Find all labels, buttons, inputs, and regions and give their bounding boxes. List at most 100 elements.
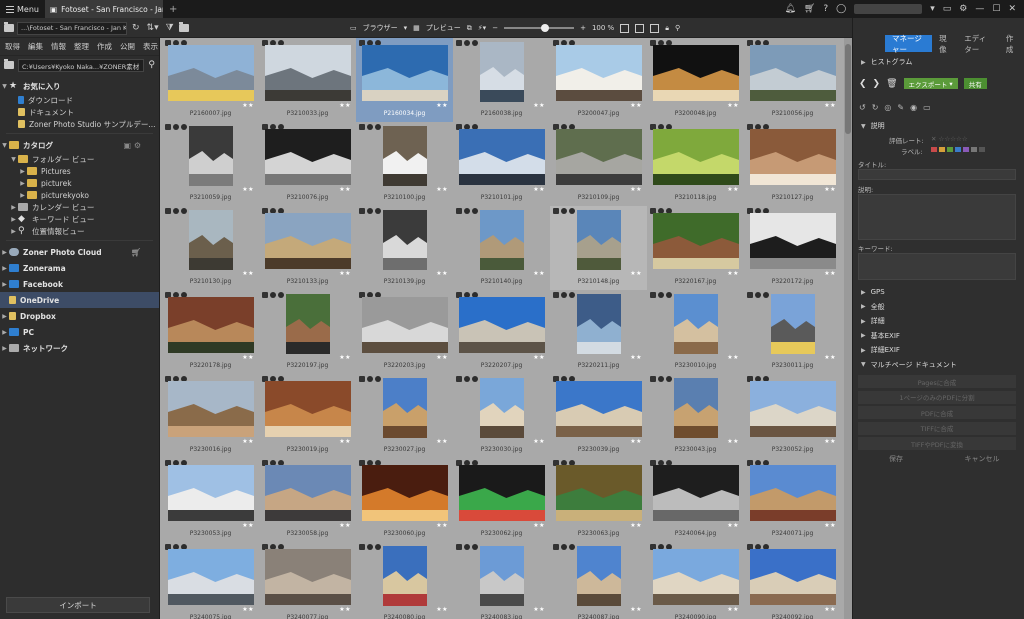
thumbnail-item[interactable]: ★★ P3240083.jpg: [453, 542, 550, 619]
thumbnail-item[interactable]: ★★ P3210139.jpg: [356, 206, 453, 290]
comment-icon[interactable]: ▭: [923, 103, 931, 112]
thumbnail-item[interactable]: ★★ P3240077.jpg: [259, 542, 356, 619]
rating-stars[interactable]: ★★: [533, 522, 545, 529]
window-mode-icon[interactable]: ▭: [943, 4, 952, 14]
cancel-button[interactable]: キャンセル: [939, 452, 1024, 466]
favorite-item-downloads[interactable]: ダウンロード: [0, 94, 159, 106]
metadata-section[interactable]: ▶ 基本EXIF: [853, 330, 1024, 342]
thumbnail-item[interactable]: ★★ P3240087.jpg: [550, 542, 647, 619]
module-menu-item[interactable]: 公開: [120, 41, 135, 52]
minimize-icon[interactable]: —: [975, 4, 984, 14]
rating-stars[interactable]: ★★: [824, 438, 836, 445]
rating-stars[interactable]: ★★: [630, 354, 642, 361]
grid-icon[interactable]: [635, 23, 645, 33]
service-facebook[interactable]: ▶ Facebook: [0, 276, 159, 292]
photo-thumbnail[interactable]: [750, 549, 836, 605]
rating-stars[interactable]: ★★: [339, 186, 351, 193]
cart-icon[interactable]: 🛒︎: [804, 4, 815, 14]
chevron-down-icon[interactable]: ▾: [404, 24, 408, 32]
photo-thumbnail[interactable]: [265, 45, 351, 101]
photo-thumbnail[interactable]: [674, 294, 718, 354]
rating-stars[interactable]: ★★: [727, 186, 739, 193]
thumbnail-item[interactable]: ★★ P3200047.jpg: [550, 38, 647, 122]
thumbnail-item[interactable]: ★★ P3200048.jpg: [647, 38, 744, 122]
thumbnail-item[interactable]: ★★ P3210109.jpg: [550, 122, 647, 206]
photo-thumbnail[interactable]: [459, 129, 545, 185]
thumbnail-item[interactable]: ★★ P3230010.jpg: [647, 290, 744, 374]
lightning-icon[interactable]: ⚡▾: [478, 24, 486, 32]
rating-stars[interactable]: ★★: [727, 606, 739, 613]
thumbnail-item[interactable]: ★★ P3230030.jpg: [453, 374, 550, 458]
photo-thumbnail[interactable]: [362, 465, 448, 521]
catalog-section[interactable]: ▼ カタログ ▣ ⚙: [0, 137, 159, 153]
thumbnail-item[interactable]: ★★ P3240080.jpg: [356, 542, 453, 619]
share-button[interactable]: 共有: [963, 78, 987, 89]
rating-stars[interactable]: ★★: [533, 606, 545, 613]
thumbnail-item[interactable]: ★★ P3240092.jpg: [744, 542, 841, 619]
photo-thumbnail[interactable]: [383, 210, 427, 270]
thumbnail-item[interactable]: ★★ P3220172.jpg: [744, 206, 841, 290]
folder-item-pictures[interactable]: ▶ Pictures: [0, 165, 159, 177]
rating-stars[interactable]: ★★: [436, 354, 448, 361]
photo-thumbnail[interactable]: [265, 549, 351, 605]
rotate-right-icon[interactable]: ↻: [872, 103, 879, 112]
photo-thumbnail[interactable]: [653, 465, 739, 521]
rating-stars[interactable]: ★★: [727, 522, 739, 529]
rating-stars[interactable]: ★★: [630, 522, 642, 529]
thumbnail-item[interactable]: ★★ P3220211.jpg: [550, 290, 647, 374]
thumbnail-item[interactable]: ★★ P3210140.jpg: [453, 206, 550, 290]
photo-thumbnail[interactable]: [459, 297, 545, 353]
photo-thumbnail[interactable]: [189, 210, 233, 270]
rating-stars[interactable]: ✕ ☆☆☆☆☆: [931, 135, 968, 143]
rating-stars[interactable]: ★★: [533, 438, 545, 445]
help-icon[interactable]: ?: [823, 4, 828, 14]
color-label-swatch[interactable]: [939, 147, 945, 152]
thumbnail-item[interactable]: ★★ P3230011.jpg: [744, 290, 841, 374]
zoom-out-icon[interactable]: −: [492, 24, 498, 32]
photo-thumbnail[interactable]: [265, 129, 351, 185]
service-network[interactable]: ▶ ネットワーク: [0, 340, 159, 356]
color-label-swatch[interactable]: [971, 147, 977, 152]
sort-icon[interactable]: ⇅▾: [145, 23, 161, 33]
service-zonerama[interactable]: ▶ Zonerama: [0, 260, 159, 276]
rating-stars[interactable]: ★★: [824, 606, 836, 613]
export-button[interactable]: エクスポート ▾: [903, 78, 958, 89]
zoom-in-icon[interactable]: +: [580, 24, 586, 32]
description-input[interactable]: [858, 194, 1016, 240]
chevron-right-icon[interactable]: ▶: [18, 192, 27, 199]
rating-stars[interactable]: ★★: [533, 186, 545, 193]
favorite-item-samples[interactable]: Zoner Photo Studio サンプルデー...: [0, 118, 159, 130]
rating-stars[interactable]: ★★: [339, 438, 351, 445]
metadata-section[interactable]: ▶ 全般: [853, 301, 1024, 313]
chevron-down-icon[interactable]: ▼: [9, 156, 18, 163]
thumbnail-item[interactable]: ★★ P3230019.jpg: [259, 374, 356, 458]
rating-stars[interactable]: ★★: [436, 186, 448, 193]
thumbnail-item[interactable]: ★★ P3210148.jpg: [550, 206, 647, 290]
rating-stars[interactable]: ★★: [824, 354, 836, 361]
thumbnail-item[interactable]: ★★ P3210133.jpg: [259, 206, 356, 290]
thumbnail-item[interactable]: ★★ P3230039.jpg: [550, 374, 647, 458]
rating-stars[interactable]: ★★: [339, 606, 351, 613]
photo-thumbnail[interactable]: [556, 129, 642, 185]
rating-stars[interactable]: ★★: [533, 102, 545, 109]
rating-stars[interactable]: ★★: [630, 606, 642, 613]
photo-thumbnail[interactable]: [265, 213, 351, 269]
thumbnail-item[interactable]: ★★ P2160007.jpg: [162, 38, 259, 122]
eye-icon[interactable]: ◉: [910, 103, 917, 112]
rating-stars[interactable]: ★★: [533, 354, 545, 361]
folder-view-item[interactable]: ▼ フォルダー ビュー: [0, 153, 159, 165]
cart-icon[interactable]: 🛒︎: [131, 248, 141, 257]
favorites-section[interactable]: ▼ ★ お気に入り: [0, 78, 159, 94]
service-onedrive[interactable]: OneDrive: [0, 292, 159, 308]
photo-thumbnail[interactable]: [556, 465, 642, 521]
thumbnail-item[interactable]: ★★ P2160038.jpg: [453, 38, 550, 122]
chevron-right-icon[interactable]: ▶: [0, 345, 9, 352]
rating-stars[interactable]: ★★: [824, 270, 836, 277]
filter-icon[interactable]: ⧩: [164, 23, 176, 33]
user-icon[interactable]: ◯: [836, 4, 846, 14]
rating-stars[interactable]: ★★: [824, 102, 836, 109]
color-label-picker[interactable]: [931, 147, 985, 152]
multipage-action-button[interactable]: PDFに合成: [858, 406, 1016, 419]
settings-icon[interactable]: ⚙: [959, 4, 967, 14]
photo-thumbnail[interactable]: [577, 546, 621, 606]
